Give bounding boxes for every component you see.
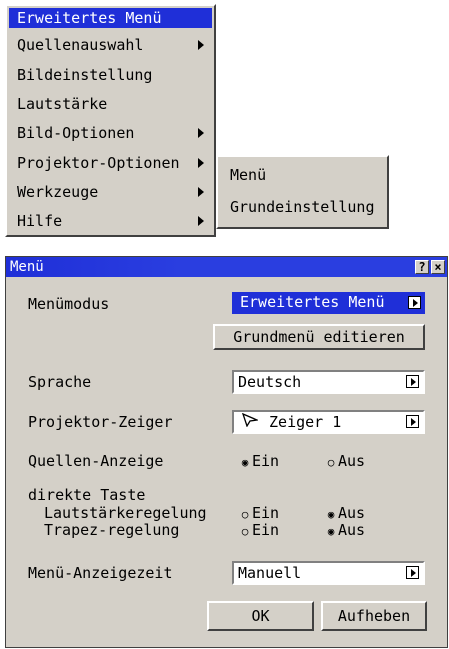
radio-label: Aus — [338, 452, 366, 470]
submenu-arrow-icon — [198, 187, 204, 197]
menu-display-time-value: Manuell — [238, 564, 302, 582]
dropdown-arrow-icon — [408, 296, 421, 309]
direct-key-label: direkte Taste — [28, 486, 146, 504]
pointer-label: Projektor-Zeiger — [28, 413, 173, 431]
radio-checked-icon: ◉ — [241, 456, 249, 469]
radio-label: Aus — [338, 521, 366, 539]
menu-dialog: Menü ? × Menümodus Erweitertes Menü Grun… — [5, 256, 448, 648]
dropdown-arrow-icon — [406, 375, 419, 388]
menu-item-label: Lautstärke — [17, 95, 108, 113]
ok-button[interactable]: OK — [207, 601, 314, 631]
menu-title[interactable]: Erweitertes Menü — [9, 8, 212, 28]
dropdown-arrow-icon — [406, 415, 419, 428]
submenu-item-setup[interactable]: Grundeinstellung — [220, 193, 385, 221]
radio-checked-icon: ◉ — [327, 525, 335, 538]
volume-control-label: Lautstärkeregelung — [44, 504, 207, 522]
submenu-arrow-icon — [198, 128, 204, 138]
keystone-off-radio[interactable]: ◉ Aus — [326, 521, 365, 541]
radio-unchecked-icon: ○ — [241, 525, 249, 538]
advanced-menu: Erweitertes Menü Quellenauswahl Bildeins… — [5, 4, 216, 237]
pointer-select[interactable]: Zeiger 1 — [232, 410, 425, 434]
source-display-off-radio[interactable]: ○ Aus — [326, 452, 365, 472]
dropdown-arrow-icon — [406, 566, 419, 579]
cancel-button[interactable]: Aufheben — [321, 601, 427, 631]
menu-display-time-select[interactable]: Manuell — [232, 561, 425, 585]
radio-label: Ein — [252, 452, 280, 470]
close-button[interactable]: × — [431, 260, 445, 274]
menu-item-label: Hilfe — [17, 212, 63, 230]
language-select[interactable]: Deutsch — [232, 370, 425, 394]
menu-item-label: Projektor-Optionen — [17, 154, 180, 172]
menu-item-projector-options[interactable]: Projektor-Optionen — [9, 149, 212, 177]
keystone-label: Trapez-regelung — [44, 521, 180, 539]
menu-item-label: Werkzeuge — [17, 183, 99, 201]
edit-basic-menu-button[interactable]: Grundmenü editieren — [213, 324, 425, 350]
language-label: Sprache — [28, 373, 92, 391]
radio-label: Ein — [252, 504, 280, 522]
pointer-arrow-icon — [241, 412, 260, 432]
keystone-on-radio[interactable]: ○ Ein — [240, 521, 279, 541]
radio-label: Aus — [338, 504, 366, 522]
help-button[interactable]: ? — [415, 260, 429, 274]
menu-item-source-select[interactable]: Quellenauswahl — [9, 31, 212, 59]
radio-label: Ein — [252, 521, 280, 539]
source-display-label: Quellen-Anzeige — [28, 452, 164, 470]
radio-unchecked-icon: ○ — [327, 456, 335, 469]
menu-item-label: Quellenauswahl — [17, 36, 144, 54]
projector-options-submenu: Menü Grundeinstellung — [216, 155, 389, 229]
menu-item-tools[interactable]: Werkzeuge — [9, 178, 212, 206]
pointer-value: Zeiger 1 — [269, 413, 342, 431]
menu-item-picture-adjust[interactable]: Bildeinstellung — [9, 61, 212, 89]
submenu-item-menu[interactable]: Menü — [220, 161, 385, 189]
dialog-title: Menü — [10, 259, 44, 275]
menu-item-volume[interactable]: Lautstärke — [9, 90, 212, 118]
submenu-arrow-icon — [198, 40, 204, 50]
menu-item-image-options[interactable]: Bild-Optionen — [9, 119, 212, 147]
menu-item-help[interactable]: Hilfe — [9, 207, 212, 235]
menu-display-time-label: Menü-Anzeigezeit — [28, 564, 173, 582]
menu-mode-label: Menümodus — [28, 295, 110, 313]
submenu-arrow-icon — [198, 216, 204, 226]
language-value: Deutsch — [238, 373, 302, 391]
menu-item-label: Bildeinstellung — [17, 66, 153, 84]
source-display-on-radio[interactable]: ◉ Ein — [240, 452, 279, 472]
submenu-arrow-icon — [198, 158, 204, 168]
title-bar[interactable]: Menü ? × — [6, 257, 447, 277]
menu-mode-value: Erweitertes Menü — [240, 293, 385, 311]
menu-item-label: Bild-Optionen — [17, 124, 135, 142]
menu-mode-select[interactable]: Erweitertes Menü — [232, 292, 425, 314]
